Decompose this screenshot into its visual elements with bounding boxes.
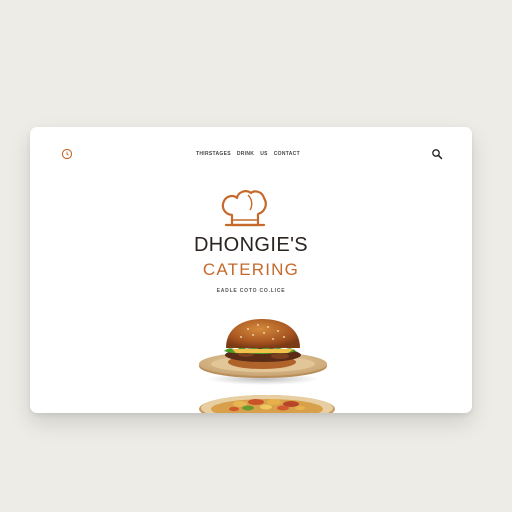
top-nav: THIRSTAGES DRINK US CONTACT xyxy=(196,151,300,157)
chef-hat-icon xyxy=(221,190,267,227)
burger-plate-image xyxy=(199,319,327,385)
brand-name: DHONGIE'S xyxy=(193,234,309,256)
nav-item-4[interactable]: CONTACT xyxy=(274,151,300,157)
website-card: THIRSTAGES DRINK US CONTACT DHONGIE'S CA… xyxy=(30,127,472,413)
nav-item-3[interactable]: US xyxy=(260,151,268,157)
search-icon[interactable] xyxy=(431,148,443,160)
tagline: EADLE COTO CO.LICE xyxy=(216,288,286,294)
brand-subtitle: CATERING xyxy=(202,260,300,279)
nav-item-1[interactable]: THIRSTAGES xyxy=(196,151,231,157)
nav-item-2[interactable]: DRINK xyxy=(237,151,254,157)
pasta-plate-image xyxy=(199,395,335,413)
circle-logo-icon[interactable] xyxy=(61,148,73,160)
